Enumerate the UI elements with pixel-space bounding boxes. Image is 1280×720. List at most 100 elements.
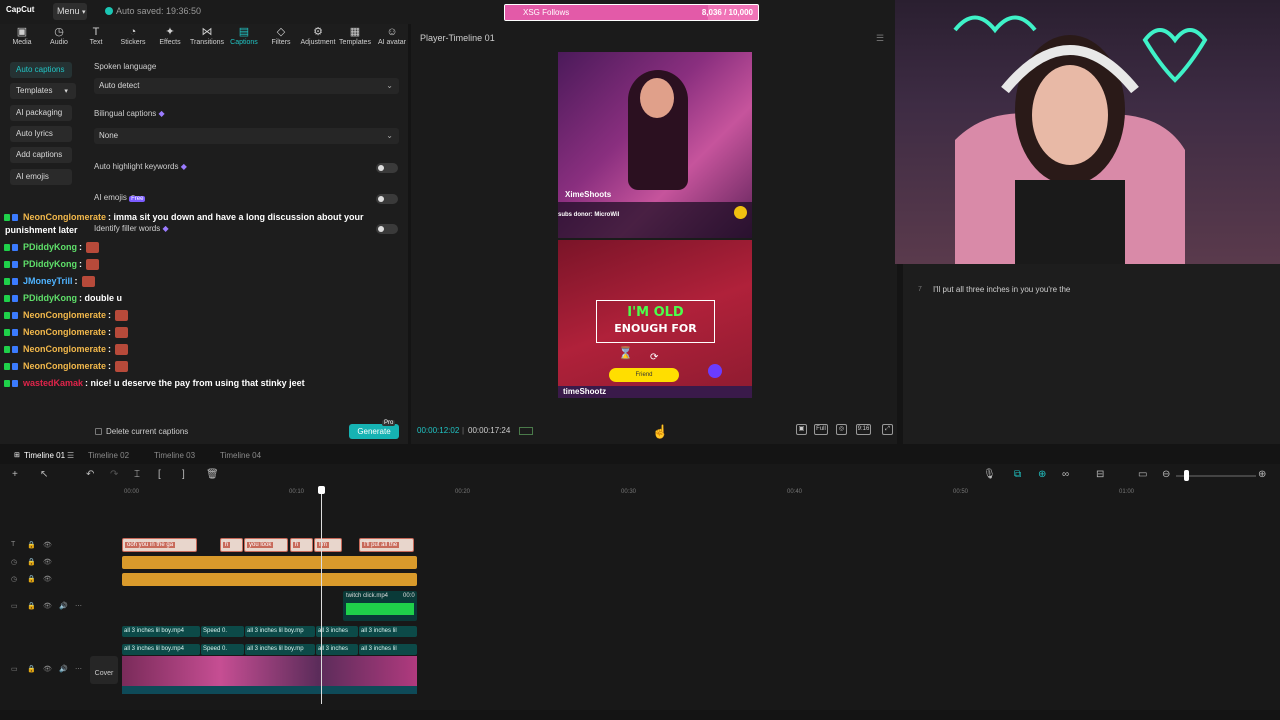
redo-icon[interactable]: ↷ <box>110 469 118 480</box>
subtitle-clip[interactable]: I'll put all the <box>359 538 414 552</box>
effect-clip[interactable] <box>122 556 417 569</box>
waveform-icon[interactable] <box>519 427 533 435</box>
subtitle-clip[interactable]: h <box>220 538 243 552</box>
delete-icon[interactable]: 🗑 <box>206 469 219 480</box>
tool-label: Templates <box>339 39 371 46</box>
delete-captions-checkbox[interactable] <box>95 428 102 435</box>
more-icon[interactable]: ⋯ <box>75 665 82 673</box>
video-clip-label[interactable]: all 3 inches lil <box>359 644 417 655</box>
zoom-slider-handle[interactable] <box>1184 470 1189 481</box>
zoom-in-icon[interactable]: ⊕ <box>1258 469 1266 480</box>
generate-button[interactable]: Generate <box>349 424 399 439</box>
lock-icon[interactable]: 🔒 <box>27 665 36 673</box>
subtitle-line[interactable]: I'll put all three inches in you you're … <box>933 285 1070 294</box>
tab-timeline-02[interactable]: Timeline 02 <box>88 451 129 460</box>
speaker-icon[interactable]: 🔊 <box>59 665 68 673</box>
time-ruler[interactable] <box>0 486 1280 500</box>
menu-button[interactable]: Menu ▾ <box>53 3 87 20</box>
tab-timeline-04[interactable]: Timeline 04 <box>220 451 261 460</box>
split-icon[interactable]: ⌶ <box>134 469 140 480</box>
video-clip-label[interactable]: all 3 inches lil boy.mp4 <box>122 644 200 655</box>
trim-right-icon[interactable]: ] <box>182 469 185 480</box>
full-button[interactable]: Full <box>814 424 828 435</box>
sidebar-item-add-captions[interactable]: Add captions <box>10 147 72 164</box>
tool-templates[interactable]: ▦ Templates <box>337 26 373 46</box>
video-clip-label[interactable]: all 3 inches lil <box>359 626 417 637</box>
sidebar-item-auto-lyrics[interactable]: Auto lyrics <box>10 125 72 142</box>
trim-left-icon[interactable]: [ <box>158 469 161 480</box>
video-clip-label[interactable]: all 3 inches lil boy.mp <box>245 644 315 655</box>
tool-text[interactable]: T Text <box>78 26 114 46</box>
coin-icon <box>734 206 747 219</box>
subtitle-clip[interactable]: you look <box>244 538 288 552</box>
eye-icon[interactable]: 👁 <box>43 558 52 566</box>
ai-emojis-toggle[interactable] <box>376 194 398 204</box>
eye-icon[interactable]: 👁 <box>43 541 52 549</box>
effect-clip[interactable] <box>122 573 417 586</box>
video-clip-label[interactable]: all 3 inches lil boy.mp4 <box>122 626 200 637</box>
playhead-handle[interactable] <box>318 486 325 494</box>
bilingual-select[interactable]: None ⌄ <box>94 128 399 144</box>
fullscreen-icon[interactable]: ⤢ <box>882 424 893 435</box>
video-clip-label[interactable]: all 3 inches <box>316 644 358 655</box>
chat-message: PDiddyKong: <box>4 259 99 271</box>
tab-timeline-03[interactable]: Timeline 03 <box>154 451 195 460</box>
caption-icon[interactable]: ▭ <box>1138 469 1147 480</box>
tool-captions[interactable]: ▤ Captions <box>226 26 262 46</box>
tool-ai-avatar[interactable]: ☺ AI avatar <box>374 26 410 46</box>
magnet-icon[interactable]: ⊕ <box>1038 469 1046 480</box>
sidebar-item-templates[interactable]: Templates ▾ <box>10 83 76 100</box>
tool-audio[interactable]: ◷ Audio <box>41 26 77 46</box>
twitch-click-clip[interactable]: twitch click.mp4 00:0 <box>343 591 417 621</box>
list-icon[interactable]: ☰ <box>67 451 74 460</box>
microphone-icon[interactable]: 🎙 <box>983 469 996 480</box>
sidebar-item-ai-packaging[interactable]: AI packaging <box>10 104 72 121</box>
highlight-toggle[interactable] <box>376 163 398 173</box>
playhead[interactable] <box>321 486 322 704</box>
tool-media[interactable]: ▣ Media <box>4 26 40 46</box>
eye-icon[interactable]: 👁 <box>43 665 52 673</box>
menu-icon[interactable]: ☰ <box>876 33 884 44</box>
add-icon[interactable]: + <box>12 469 18 480</box>
sidebar-item-auto-captions[interactable]: Auto captions <box>10 62 72 78</box>
lock-icon[interactable]: 🔒 <box>27 541 36 549</box>
cover-button[interactable]: Cover <box>90 656 118 684</box>
select-tool-icon[interactable]: ↖ <box>40 469 48 480</box>
filler-toggle[interactable] <box>376 224 398 234</box>
ratio-button[interactable]: 9:16 <box>856 424 871 435</box>
video-clip-label[interactable]: Speed 0. <box>201 626 244 637</box>
tool-filters[interactable]: ◇ Filters <box>263 26 299 46</box>
rotate-icon[interactable]: ⟳ <box>650 352 658 363</box>
templates-icon: ▦ <box>349 26 361 38</box>
undo-icon[interactable]: ↶ <box>86 469 94 480</box>
tool-effects[interactable]: ✦ Effects <box>152 26 188 46</box>
fit-icon[interactable]: ▣ <box>796 424 807 435</box>
lock-icon[interactable]: 🔒 <box>27 558 36 566</box>
subtitle-clip[interactable]: I'm <box>314 538 342 552</box>
more-icon[interactable]: ⋯ <box>75 602 82 610</box>
timeline-icon: ⊞ <box>14 452 20 459</box>
subtitle-clip[interactable]: ooh you in the ga <box>122 538 197 552</box>
eye-icon[interactable]: 👁 <box>43 602 52 610</box>
lock-icon[interactable]: 🔒 <box>27 602 36 610</box>
speaker-icon[interactable]: 🔊 <box>59 602 68 610</box>
tool-stickers[interactable]: ◔ Stickers <box>115 26 151 46</box>
tool-transitions[interactable]: ⋈ Transitions <box>189 26 225 46</box>
link-icon[interactable]: ⧉ <box>1014 469 1021 480</box>
spoken-language-select[interactable]: Auto detect ⌄ <box>94 78 399 94</box>
subtitle-clip[interactable]: h <box>290 538 313 552</box>
preview-axis-icon[interactable]: ⊟ <box>1096 469 1104 480</box>
video-thumbnails[interactable] <box>122 656 417 686</box>
chain-icon[interactable]: ∞ <box>1062 469 1069 480</box>
eye-icon[interactable]: 👁 <box>43 575 52 583</box>
lock-icon[interactable]: 🔒 <box>27 575 36 583</box>
video-clip-label[interactable]: Speed 0. <box>201 644 244 655</box>
tool-adjustment[interactable]: ⚙ Adjustment <box>300 26 336 46</box>
tab-timeline-01[interactable]: Timeline 01 <box>24 451 65 460</box>
screenshot-icon[interactable]: ◎ <box>836 424 847 435</box>
video-preview-top[interactable] <box>558 52 752 238</box>
video-clip-label[interactable]: all 3 inches lil boy.mp <box>245 626 315 637</box>
sidebar-item-ai-emojis[interactable]: AI emojis <box>10 168 72 185</box>
zoom-out-icon[interactable]: ⊖ <box>1162 469 1170 480</box>
video-clip-label[interactable]: all 3 inches <box>316 626 358 637</box>
